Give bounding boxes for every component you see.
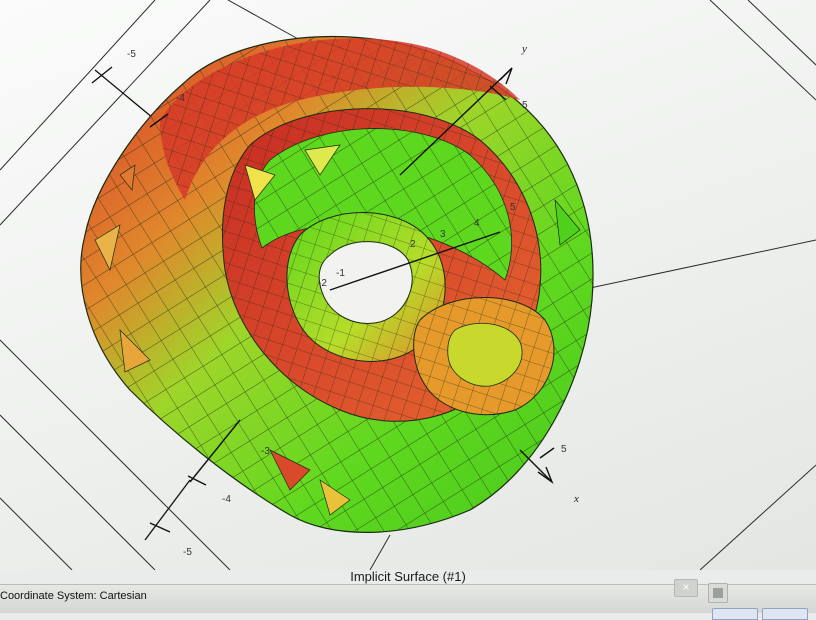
x-axis-lower <box>519 449 553 483</box>
toolbar-icon[interactable] <box>708 583 728 603</box>
status-bar: Coordinate System: Cartesian × <box>0 579 816 620</box>
tick-label: -4 <box>176 93 185 104</box>
coordinate-system-label: Coordinate System: Cartesian <box>0 590 147 602</box>
close-symbol: × <box>682 580 690 594</box>
tick-label: -3 <box>261 446 270 457</box>
dialog-button[interactable] <box>712 608 758 620</box>
tick-label: -2 <box>318 278 327 289</box>
toolbar-icon-glyph <box>713 588 723 598</box>
y-axis-name: y <box>521 43 527 55</box>
x-axis-name: x <box>573 493 579 505</box>
tick-label: -1 <box>336 268 345 279</box>
tick-label: -5 <box>183 547 192 558</box>
tick-label: 5 <box>510 202 516 213</box>
tick-label: 5 <box>522 100 528 111</box>
tick-label: 2 <box>410 239 416 250</box>
implicit-surface-plot[interactable]: -5 -4 -5 -4 -3 -2 -1 2 3 4 5 5 5 y x <box>0 0 816 570</box>
tick-label: 3 <box>440 229 446 240</box>
tick-label: -5 <box>127 49 136 60</box>
tick-label: 4 <box>474 218 480 229</box>
tick-label: 5 <box>561 444 567 455</box>
close-icon[interactable]: × <box>674 579 698 597</box>
plot-canvas[interactable]: -5 -4 -5 -4 -3 -2 -1 2 3 4 5 5 5 y x <box>0 0 816 570</box>
tick-label: -4 <box>222 494 231 505</box>
dialog-button[interactable] <box>762 608 808 620</box>
